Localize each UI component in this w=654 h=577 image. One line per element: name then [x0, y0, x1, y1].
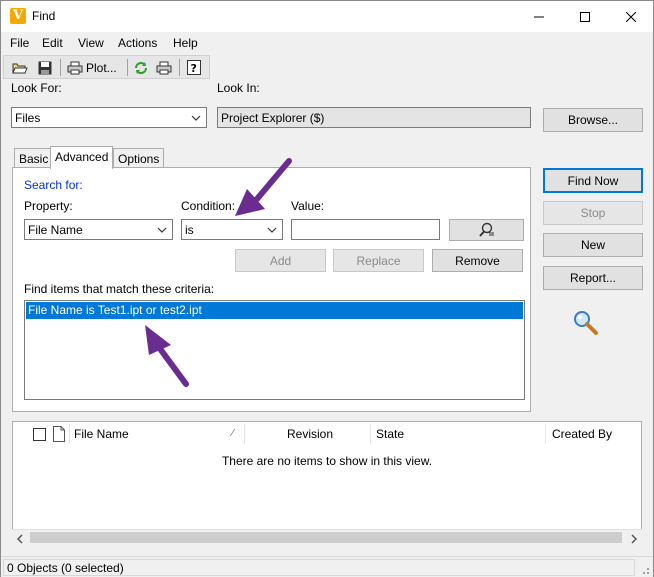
tab-advanced[interactable]: Advanced [50, 146, 114, 169]
arrow-to-condition [235, 158, 292, 216]
annotation-arrows [145, 158, 292, 387]
arrow-to-criteria [145, 325, 189, 387]
find-window: V Find File Edit View Actions Help Plot.… [0, 0, 654, 577]
